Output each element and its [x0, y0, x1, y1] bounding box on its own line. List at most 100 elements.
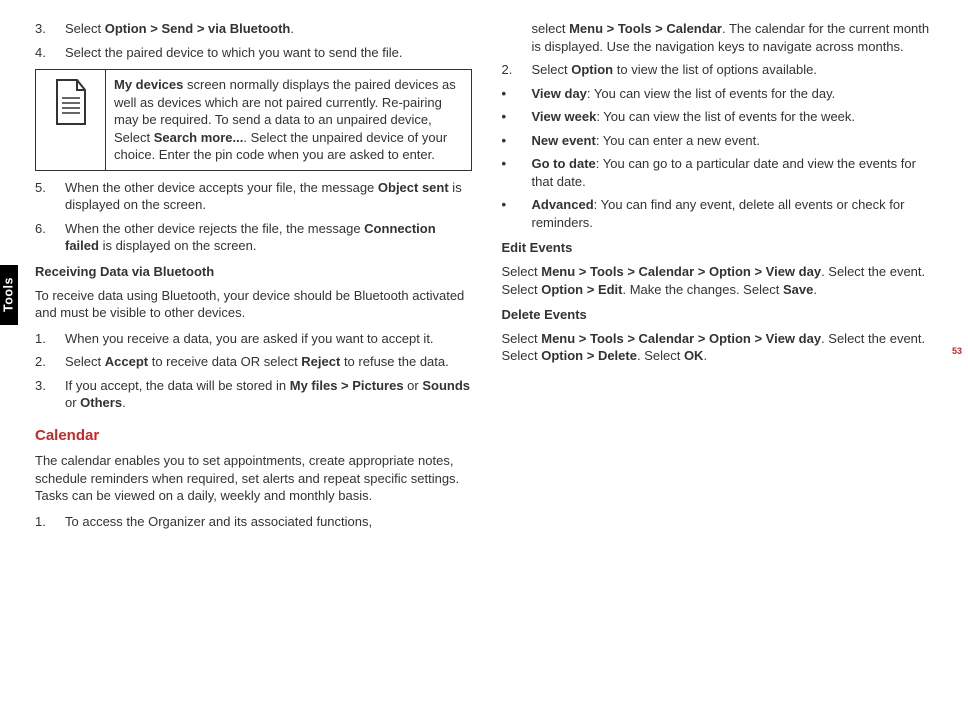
- list-item: 5. When the other device accepts your fi…: [35, 179, 472, 214]
- text: When the other device accepts your file,…: [65, 180, 378, 195]
- list-text: Select Option to view the list of option…: [532, 61, 939, 79]
- note-text: My devices screen normally displays the …: [106, 70, 471, 170]
- text: . Make the changes. Select: [623, 282, 783, 297]
- bold: OK: [684, 348, 704, 363]
- text: : You can view the list of events for th…: [596, 109, 855, 124]
- list-item: select Menu > Tools > Calendar. The cale…: [502, 20, 939, 55]
- bold: Object sent: [378, 180, 449, 195]
- bold: Menu > Tools > Calendar > Option > View …: [541, 331, 821, 346]
- bold: Option > Edit: [541, 282, 622, 297]
- list-text: To access the Organizer and its associat…: [65, 513, 472, 531]
- bullet-item: • Advanced: You can find any event, dele…: [502, 196, 939, 231]
- list-text: select Menu > Tools > Calendar. The cale…: [532, 20, 939, 55]
- list-number: 4.: [35, 44, 65, 62]
- bold: Accept: [105, 354, 148, 369]
- list-item: 6. When the other device rejects the fil…: [35, 220, 472, 255]
- page-content: 3. Select Option > Send > via Bluetooth.…: [0, 0, 968, 556]
- bold: Reject: [301, 354, 340, 369]
- bullet-item: • View week: You can view the list of ev…: [502, 108, 939, 126]
- paragraph: Select Menu > Tools > Calendar > Option …: [502, 263, 939, 298]
- list-indent: [502, 20, 532, 55]
- text: Select: [65, 21, 105, 36]
- note-icon-cell: [36, 70, 106, 170]
- bold: Menu > Tools > Calendar > Option > View …: [541, 264, 821, 279]
- subheading-edit-events: Edit Events: [502, 239, 939, 257]
- paragraph: Select Menu > Tools > Calendar > Option …: [502, 330, 939, 365]
- list-item: 1. To access the Organizer and its assoc…: [35, 513, 472, 531]
- list-item: 3. Select Option > Send > via Bluetooth.: [35, 20, 472, 38]
- bold: My files > Pictures: [290, 378, 404, 393]
- text: Select: [532, 62, 572, 77]
- bold: Option > Send > via Bluetooth: [105, 21, 291, 36]
- list-number: 3.: [35, 377, 65, 412]
- text: Select: [502, 264, 542, 279]
- list-item: 2. Select Accept to receive data OR sele…: [35, 353, 472, 371]
- bullet-icon: •: [502, 85, 532, 103]
- right-column: select Menu > Tools > Calendar. The cale…: [502, 20, 939, 536]
- text: . Select: [637, 348, 684, 363]
- subheading-receiving: Receiving Data via Bluetooth: [35, 263, 472, 281]
- text: Select: [502, 331, 542, 346]
- list-item: 2. Select Option to view the list of opt…: [502, 61, 939, 79]
- list-number: 3.: [35, 20, 65, 38]
- bullet-text: View day: You can view the list of event…: [532, 85, 939, 103]
- list-text: When the other device accepts your file,…: [65, 179, 472, 214]
- text: When the other device rejects the file, …: [65, 221, 364, 236]
- bold: Advanced: [532, 197, 594, 212]
- paragraph: The calendar enables you to set appointm…: [35, 452, 472, 505]
- text: .: [813, 282, 817, 297]
- bold: Search more...: [154, 130, 244, 145]
- list-number: 1.: [35, 513, 65, 531]
- subheading-delete-events: Delete Events: [502, 306, 939, 324]
- document-icon: [51, 78, 91, 126]
- bullet-icon: •: [502, 155, 532, 190]
- list-number: 1.: [35, 330, 65, 348]
- paragraph: To receive data using Bluetooth, your de…: [35, 287, 472, 322]
- list-text: When the other device rejects the file, …: [65, 220, 472, 255]
- bullet-text: View week: You can view the list of even…: [532, 108, 939, 126]
- text: is displayed on the screen.: [99, 238, 257, 253]
- text: .: [122, 395, 126, 410]
- bold: View day: [532, 86, 587, 101]
- text: : You can enter a new event.: [596, 133, 760, 148]
- list-number: 2.: [502, 61, 532, 79]
- bold: Menu > Tools > Calendar: [569, 21, 722, 36]
- text: to refuse the data.: [340, 354, 448, 369]
- list-text: Select Accept to receive data OR select …: [65, 353, 472, 371]
- bold: Others: [80, 395, 122, 410]
- bullet-icon: •: [502, 132, 532, 150]
- section-heading-calendar: Calendar: [35, 426, 472, 446]
- bold: View week: [532, 109, 597, 124]
- text: select: [532, 21, 570, 36]
- bold: Sounds: [422, 378, 470, 393]
- list-text: Select Option > Send > via Bluetooth.: [65, 20, 472, 38]
- bold: Option: [571, 62, 613, 77]
- text: .: [703, 348, 707, 363]
- list-number: 6.: [35, 220, 65, 255]
- bullet-item: • Go to date: You can go to a particular…: [502, 155, 939, 190]
- bold: Save: [783, 282, 813, 297]
- text: or: [404, 378, 423, 393]
- bullet-text: Go to date: You can go to a particular d…: [532, 155, 939, 190]
- bold: Go to date: [532, 156, 596, 171]
- text: or: [65, 395, 80, 410]
- list-text: Select the paired device to which you wa…: [65, 44, 472, 62]
- note-box: My devices screen normally displays the …: [35, 69, 472, 171]
- bullet-item: • New event: You can enter a new event.: [502, 132, 939, 150]
- side-tab: Tools: [0, 265, 18, 325]
- bullet-text: Advanced: You can find any event, delete…: [532, 196, 939, 231]
- text: to view the list of options available.: [613, 62, 817, 77]
- bold: Option > Delete: [541, 348, 637, 363]
- list-item: 3. If you accept, the data will be store…: [35, 377, 472, 412]
- text: .: [290, 21, 294, 36]
- page-number: 53: [952, 345, 962, 357]
- left-column: 3. Select Option > Send > via Bluetooth.…: [35, 20, 472, 536]
- text: Select: [65, 354, 105, 369]
- list-item: 1. When you receive a data, you are aske…: [35, 330, 472, 348]
- bold: New event: [532, 133, 596, 148]
- bold: My devices: [114, 77, 183, 92]
- bullet-item: • View day: You can view the list of eve…: [502, 85, 939, 103]
- bullet-icon: •: [502, 108, 532, 126]
- text: If you accept, the data will be stored i…: [65, 378, 290, 393]
- bullet-icon: •: [502, 196, 532, 231]
